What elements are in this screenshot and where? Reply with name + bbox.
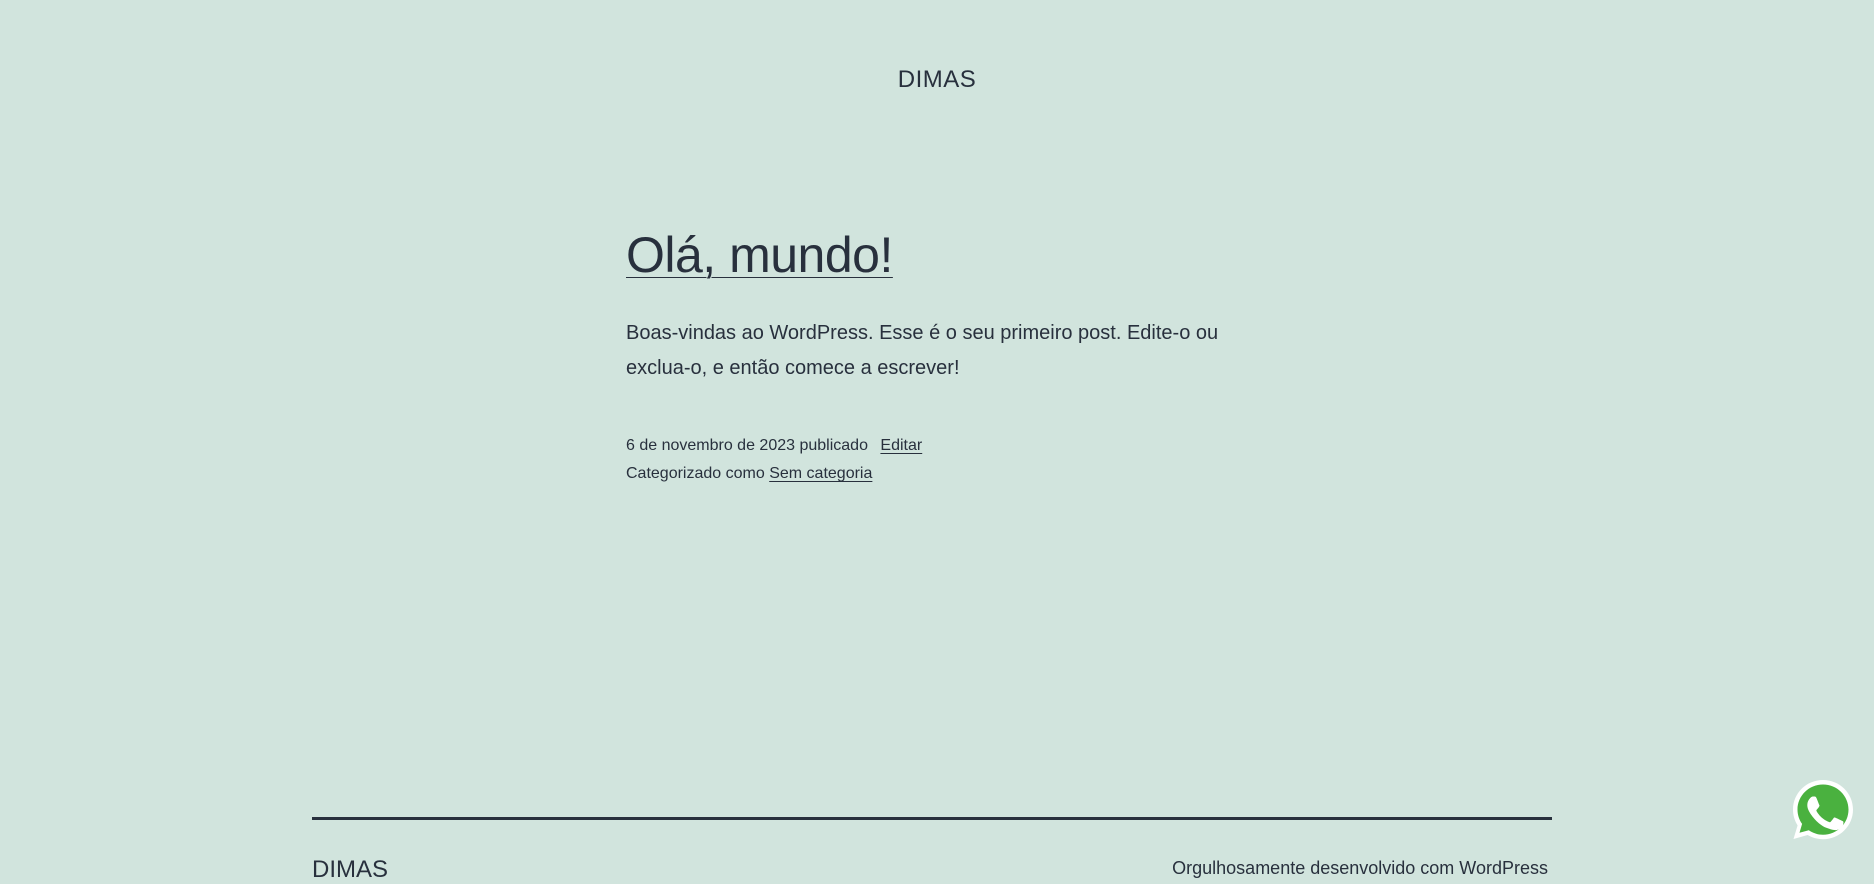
post-meta-line-category: Categorizado como Sem categoria [626, 460, 922, 488]
category-link[interactable]: Sem categoria [769, 465, 872, 482]
post-article: Olá, mundo! Boas-vindas ao WordPress. Es… [626, 222, 1246, 482]
site-title-link[interactable]: DIMAS [898, 66, 977, 94]
post-title-link[interactable]: Olá, mundo! [626, 227, 893, 283]
whatsapp-button[interactable] [1789, 776, 1857, 844]
post-excerpt: Boas-vindas ao WordPress. Esse é o seu p… [626, 322, 1219, 379]
footer-divider [312, 817, 1552, 820]
edit-link[interactable]: Editar [880, 437, 922, 454]
published-date: 6 de novembro de 2023 publicado [626, 437, 868, 454]
post-title: Olá, mundo! [626, 222, 1246, 288]
post-meta-line-date: 6 de novembro de 2023 publicado Editar [626, 432, 922, 460]
footer-credit-link[interactable]: Orgulhosamente desenvolvido com WordPres… [1172, 858, 1548, 879]
post-meta: 6 de novembro de 2023 publicado Editar C… [626, 432, 922, 488]
whatsapp-icon [1793, 780, 1853, 840]
site-header: DIMAS [0, 66, 1874, 94]
footer-site-title-link[interactable]: DIMAS [312, 856, 388, 884]
categorized-label: Categorizado como [626, 465, 765, 482]
